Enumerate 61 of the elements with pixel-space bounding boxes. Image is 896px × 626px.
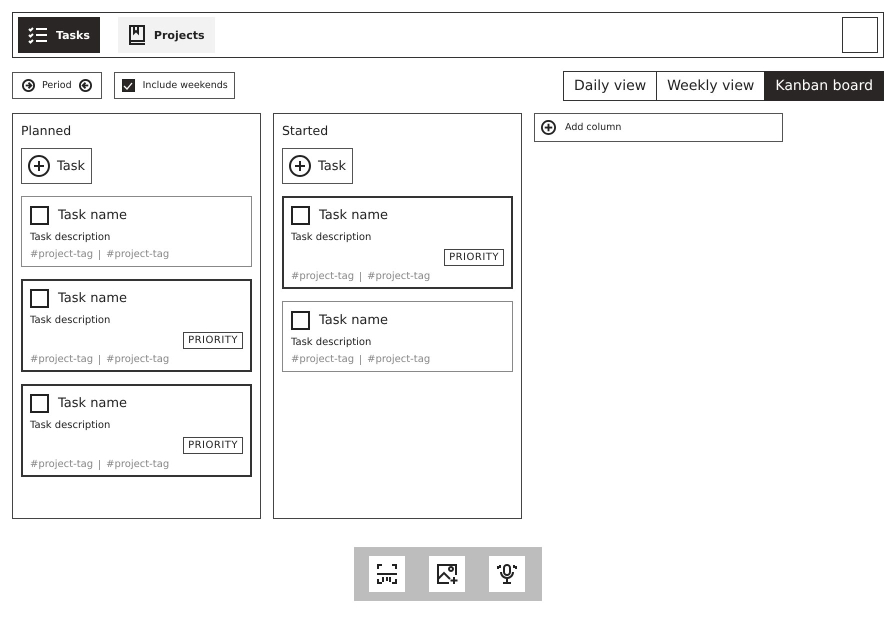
plus-circle-icon — [28, 155, 50, 177]
task-card[interactable]: Task name Task description PRIORITY #project-tag #project-tag — [21, 279, 252, 372]
project-tag[interactable]: #project-tag — [30, 459, 94, 470]
project-tag[interactable]: #project-tag — [106, 249, 170, 260]
task-card[interactable]: Task name Task description #project-tag #project-tag — [282, 301, 513, 372]
project-tag[interactable]: #project-tag — [30, 354, 94, 365]
project-tag[interactable]: #project-tag — [291, 271, 354, 282]
priority-badge: PRIORITY — [183, 437, 243, 454]
plus-circle-icon — [541, 120, 556, 135]
task-name: Task name — [319, 208, 388, 223]
plus-circle-icon — [289, 155, 311, 177]
checkbox[interactable] — [291, 311, 310, 330]
add-image-icon — [436, 563, 458, 585]
checkbox-label: Include weekends — [142, 80, 228, 91]
checkbox[interactable] — [30, 394, 49, 413]
list-icon — [28, 26, 48, 44]
project-tag[interactable]: #project-tag — [367, 354, 430, 365]
task-description: Task description — [291, 337, 372, 348]
project-tag[interactable]: #project-tag — [367, 271, 430, 282]
checkbox[interactable] — [291, 206, 310, 225]
project-tag[interactable]: #project-tag — [291, 354, 354, 365]
tool-button[interactable] — [489, 556, 525, 592]
add-task-button[interactable]: Task — [21, 148, 92, 184]
task-description: Task description — [30, 315, 112, 326]
checkbox[interactable] — [30, 289, 49, 308]
priority-badge: PRIORITY — [183, 332, 243, 349]
task-name: Task name — [58, 396, 128, 411]
book-icon — [128, 25, 146, 45]
nav-tab[interactable]: Tasks — [18, 17, 100, 53]
scan-icon — [376, 563, 398, 585]
add-column-button[interactable]: Add column — [534, 113, 783, 142]
view-tab[interactable]: Weekly view — [656, 70, 766, 100]
arrow-left-circle-icon — [78, 79, 92, 92]
column-title: Started — [282, 123, 330, 138]
checkbox[interactable] — [122, 79, 135, 92]
period-button[interactable]: Period — [12, 72, 102, 99]
task-card[interactable]: Task name Task description PRIORITY #project-tag #project-tag — [282, 196, 513, 289]
add-task-button[interactable]: Task — [282, 148, 354, 184]
square-button[interactable] — [842, 17, 878, 53]
checkbox[interactable] — [30, 206, 49, 225]
task-name: Task name — [58, 208, 128, 223]
tool-button[interactable] — [369, 556, 405, 592]
task-name: Task name — [58, 291, 128, 306]
nav-tab[interactable]: Projects — [118, 17, 215, 53]
task-description: Task description — [291, 232, 372, 243]
weekends-toggle[interactable]: Include weekends — [114, 72, 235, 99]
task-name: Task name — [319, 313, 388, 328]
task-card[interactable]: Task name Task description #project-tag #project-tag — [21, 196, 252, 267]
view-tab[interactable]: Kanban board — [764, 70, 884, 100]
task-description: Task description — [30, 232, 112, 243]
column-title: Planned — [21, 123, 72, 138]
priority-badge: PRIORITY — [444, 249, 504, 266]
project-tag[interactable]: #project-tag — [106, 354, 170, 365]
microphone-icon — [496, 563, 518, 585]
tool-button[interactable] — [429, 556, 465, 592]
view-tab[interactable]: Daily view — [563, 70, 658, 100]
arrow-right-circle-icon — [22, 79, 35, 92]
project-tag[interactable]: #project-tag — [30, 249, 94, 260]
task-description: Task description — [30, 420, 112, 431]
project-tag[interactable]: #project-tag — [106, 459, 170, 470]
task-card[interactable]: Task name Task description PRIORITY #project-tag #project-tag — [21, 384, 252, 477]
